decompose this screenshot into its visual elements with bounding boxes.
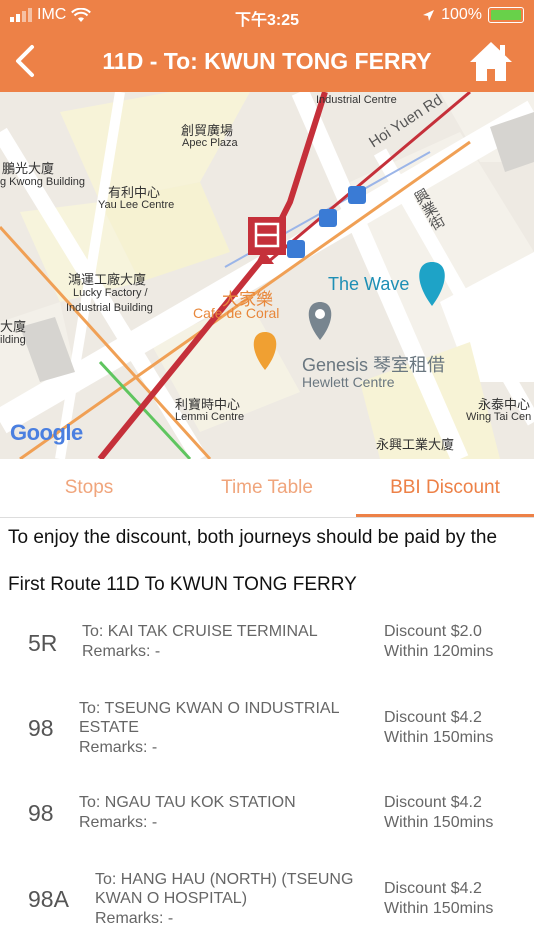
map-label: ilding (0, 334, 26, 346)
discount-window: Within 150mins (384, 900, 494, 917)
map-label: g Kwong Building (0, 176, 86, 188)
tab-time-table[interactable]: Time Table (178, 459, 356, 517)
route-destination: To: KAI TAK CRUISE TERMINAL (82, 623, 318, 640)
list-item[interactable]: 98A To: HANG HAU (NORTH) (TSEUNG KWAN O … (0, 868, 534, 932)
location-arrow-icon (423, 9, 435, 21)
tab-indicator (356, 514, 534, 517)
discount-window: Within 150mins (384, 814, 494, 831)
route-number: 98A (28, 886, 69, 912)
discount-amount: Discount $4.2 (384, 794, 482, 811)
tab-bar: Stops Time Table BBI Discount (0, 459, 534, 518)
route-number: 98 (28, 800, 54, 826)
route-remarks: Remarks: - (79, 814, 158, 831)
discount-amount: Discount $2.0 (384, 623, 482, 640)
route-destination: To: HANG HAU (NORTH) (TSEUNG (95, 871, 354, 888)
map-label: 永興工業大廈 (376, 437, 455, 452)
discount-window: Within 150mins (384, 729, 494, 746)
list-item[interactable]: 5R To: KAI TAK CRUISE TERMINAL Remarks: … (0, 620, 534, 684)
tab-bbi-discount[interactable]: BBI Discount (356, 459, 534, 517)
discount-amount: Discount $4.2 (384, 709, 482, 726)
page-title: 11D - To: KWUN TONG FERRY (102, 48, 432, 74)
route-remarks: Remarks: - (95, 910, 174, 927)
route-destination: To: NGAU TAU KOK STATION (79, 794, 296, 811)
map-label: Hewlett Centre (302, 374, 395, 390)
map-label: Lucky Factory / (73, 287, 148, 299)
map-label: 鵬光大廈 (2, 161, 55, 176)
route-destination: To: TSEUNG KWAN O INDUSTRIAL (79, 700, 340, 717)
map-label: The Wave (328, 274, 410, 294)
route-number: 5R (28, 630, 58, 656)
map-label: Cafe de Coral (193, 305, 280, 321)
route-remarks: Remarks: - (82, 643, 161, 660)
list-item[interactable]: 98 To: TSEUNG KWAN O INDUSTRIAL ESTATE R… (0, 697, 534, 761)
home-icon[interactable] (468, 38, 514, 84)
list-item[interactable]: 98 To: NGAU TAU KOK STATION Remarks: - D… (0, 792, 534, 836)
map-label: Industrial Centre (316, 94, 397, 106)
map-label: Apec Plaza (182, 137, 238, 149)
discount-notice: To enjoy the discount, both journeys sho… (0, 519, 534, 555)
discount-amount: Discount $4.2 (384, 880, 482, 897)
map-label: 鴻運工廠大廈 (68, 272, 147, 287)
google-logo: Google (10, 420, 83, 445)
section-title: First Route 11D To KWUN TONG FERRY (8, 574, 357, 595)
tab-stops[interactable]: Stops (0, 459, 178, 517)
map-label: Wing Tai Cen (466, 411, 532, 423)
route-map[interactable]: Industrial Centre 創貿廣場 Apec Plaza Hoi Yu… (0, 92, 534, 459)
route-destination-cont: ESTATE (79, 719, 139, 736)
map-label: 大廈 (0, 319, 27, 334)
map-label: Yau Lee Centre (98, 199, 175, 211)
discount-window: Within 120mins (384, 643, 494, 660)
route-destination-cont: KWAN O HOSPITAL) (95, 890, 248, 907)
map-label: Lemmi Centre (175, 411, 245, 423)
battery-percent: 100% (441, 6, 482, 23)
notice-text: To enjoy the discount, both journeys sho… (8, 527, 498, 548)
route-number: 98 (28, 715, 54, 741)
route-remarks: Remarks: - (79, 739, 158, 756)
map-label: Industrial Building (66, 302, 153, 314)
battery-icon (488, 7, 524, 23)
nav-bar: 11D - To: KWUN TONG FERRY (0, 30, 534, 92)
status-bar: IMC 下午3:25 100% (0, 0, 534, 30)
